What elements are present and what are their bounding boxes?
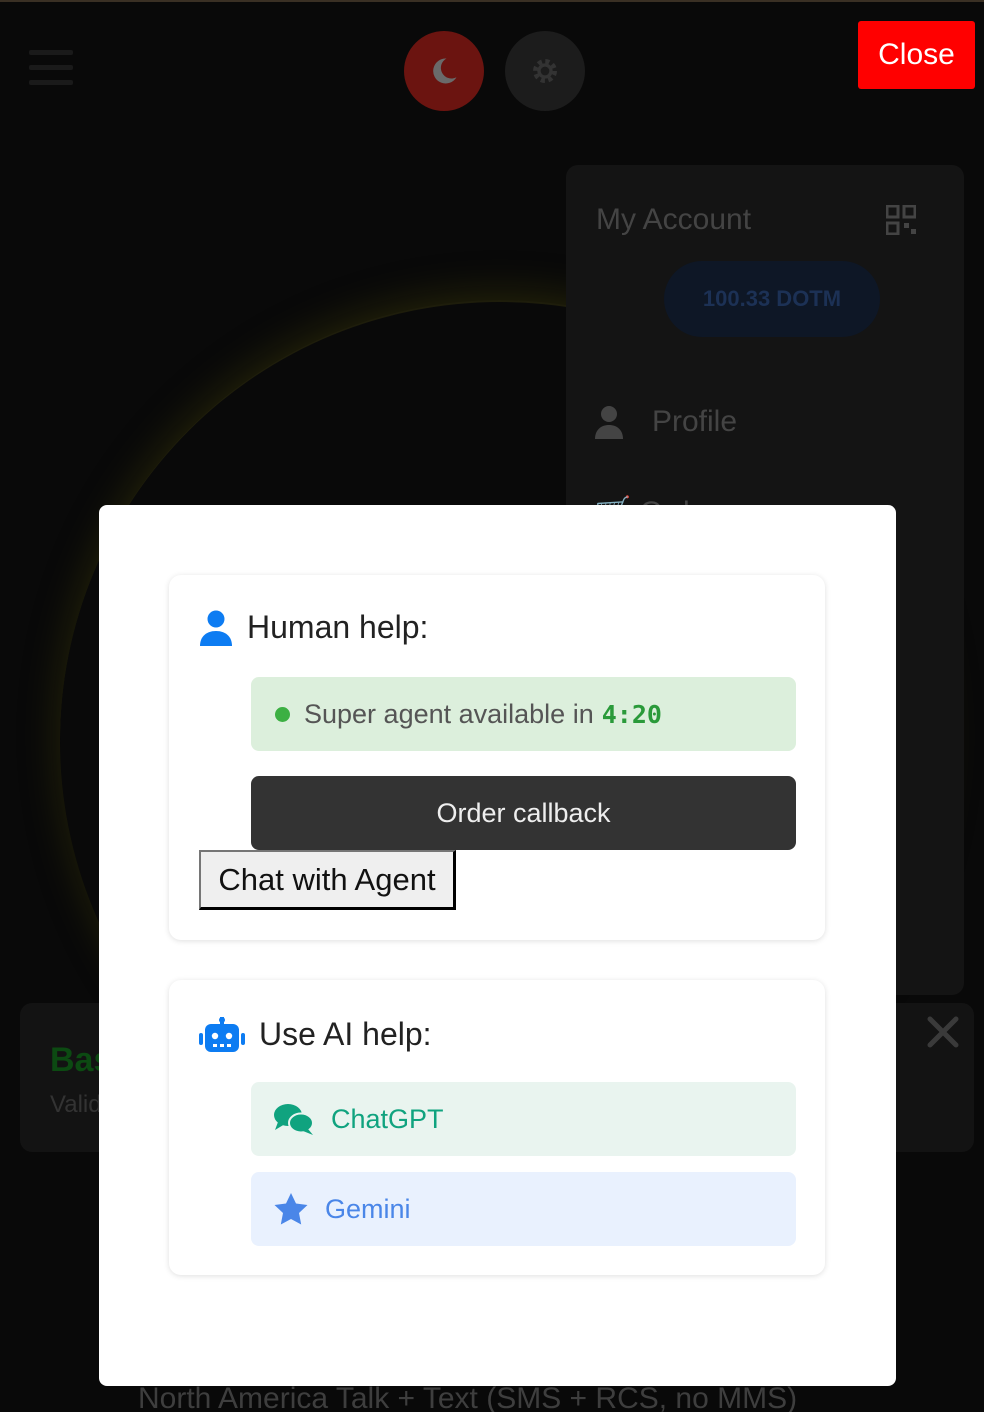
gear-icon <box>533 59 557 83</box>
top-divider <box>0 0 984 2</box>
status-dot-icon <box>275 706 290 722</box>
human-help-card: Human help: Super agent available in 4:2… <box>169 575 825 940</box>
settings-button[interactable] <box>505 31 585 111</box>
account-menu-item-profile[interactable]: Profile <box>594 405 737 439</box>
agent-countdown: 4:20 <box>601 699 662 729</box>
user-icon <box>200 610 232 646</box>
chat-bubbles-icon <box>273 1102 315 1136</box>
ai-help-header: Use AI help: <box>199 1016 432 1053</box>
close-button[interactable]: Close <box>858 21 975 89</box>
agent-status-text: Super agent available in <box>304 698 594 729</box>
gemini-button[interactable]: Gemini <box>251 1172 796 1246</box>
chatgpt-button[interactable]: ChatGPT <box>251 1082 796 1156</box>
ai-help-heading: Use AI help: <box>259 1016 432 1052</box>
chat-with-agent-button[interactable]: Chat with Agent <box>199 850 456 910</box>
moon-icon <box>433 58 457 84</box>
human-help-heading: Human help: <box>247 609 429 645</box>
order-callback-button[interactable]: Order callback <box>251 776 796 850</box>
qr-code-icon[interactable] <box>885 204 917 240</box>
plan-subtitle: Valid <box>50 1091 102 1118</box>
account-title: My Account <box>596 203 752 236</box>
user-icon <box>595 406 623 439</box>
help-modal: Human help: Super agent available in 4:2… <box>99 505 896 1386</box>
close-icon[interactable] <box>926 1015 960 1054</box>
theme-toggle-button[interactable] <box>404 31 484 111</box>
balance-pill[interactable]: 100.33 DOTM <box>664 261 880 337</box>
agent-status-banner: Super agent available in 4:20 <box>251 677 796 751</box>
hamburger-icon[interactable] <box>29 50 73 86</box>
robot-icon <box>199 1016 245 1052</box>
ai-help-card: Use AI help: ChatGPT Gemini <box>169 980 825 1275</box>
plan-description: North America Talk + Text (SMS + RCS, no… <box>138 1382 798 1412</box>
gemini-label: Gemini <box>325 1193 411 1224</box>
account-menu-label: Profile <box>652 405 738 438</box>
chatgpt-label: ChatGPT <box>331 1103 444 1134</box>
star-icon <box>273 1192 309 1226</box>
human-help-header: Human help: <box>199 609 428 646</box>
